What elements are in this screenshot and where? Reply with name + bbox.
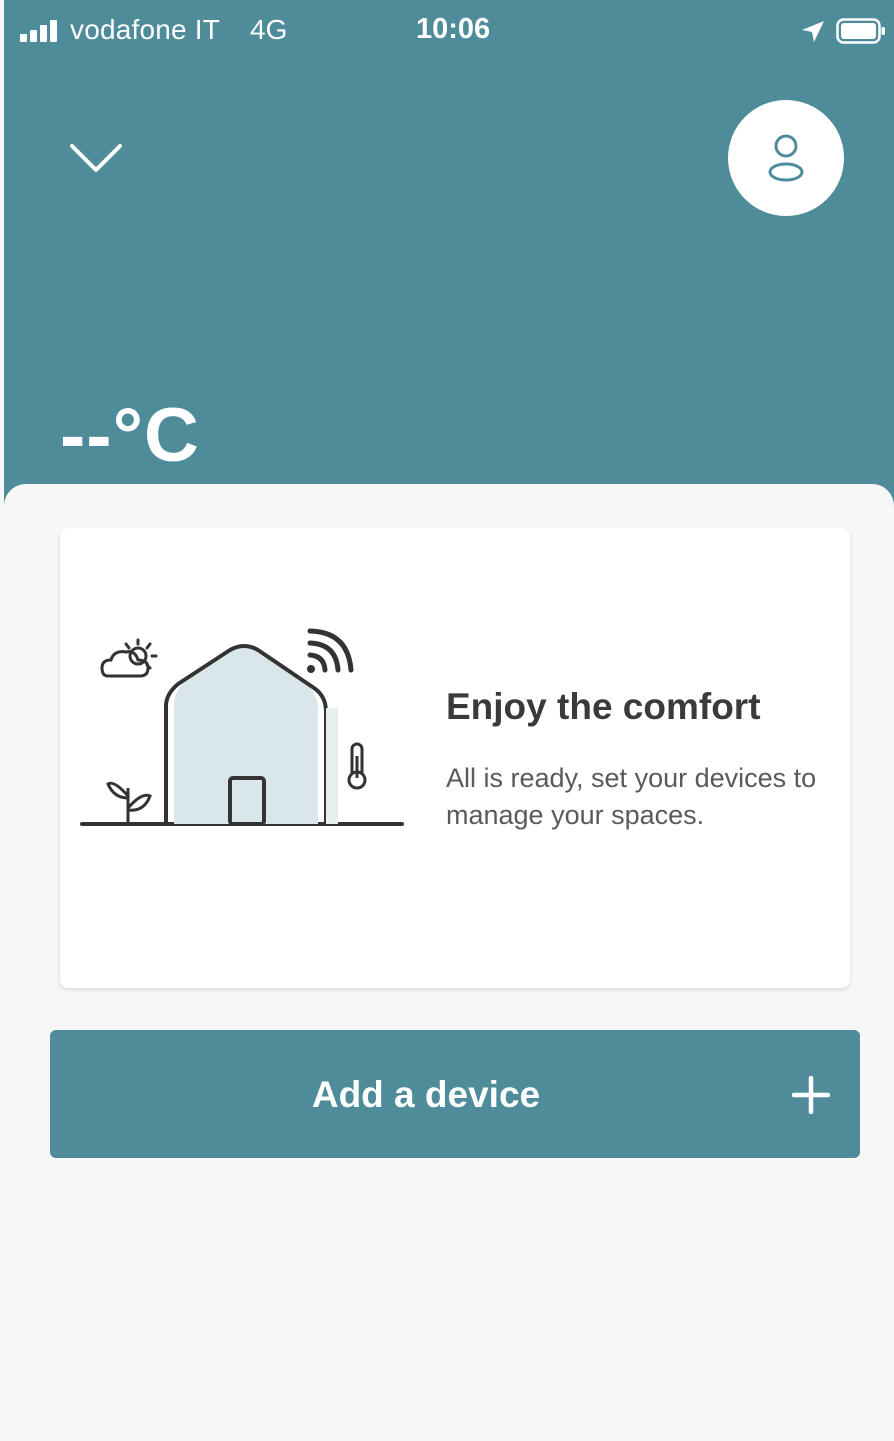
app-screen: vodafone IT 4G 10:06 --°C Enjoy the comf…	[0, 0, 894, 1441]
status-bar: vodafone IT 4G 10:06	[4, 0, 894, 62]
welcome-card: Enjoy the comfort All is ready, set your…	[60, 528, 850, 988]
chevron-down-icon	[70, 144, 122, 172]
battery-icon	[836, 18, 885, 44]
temperature-readout: --°C	[60, 393, 200, 478]
status-time: 10:06	[416, 13, 491, 45]
collapse-button[interactable]	[64, 130, 128, 186]
plus-icon	[792, 1076, 830, 1114]
profile-button[interactable]	[728, 100, 844, 216]
card-description: All is ready, set your devices to manage…	[446, 763, 817, 830]
location-arrow-icon	[802, 21, 824, 42]
add-device-label: Add a device	[311, 1074, 541, 1115]
carrier-name: vodafone IT	[70, 14, 221, 45]
add-device-button[interactable]: Add a device	[50, 1030, 860, 1158]
signal-icon	[20, 20, 62, 42]
network-type: 4G	[250, 14, 288, 45]
smart-home-illustration	[80, 628, 404, 826]
card-title: Enjoy the comfort	[446, 686, 761, 727]
user-icon	[768, 134, 804, 182]
